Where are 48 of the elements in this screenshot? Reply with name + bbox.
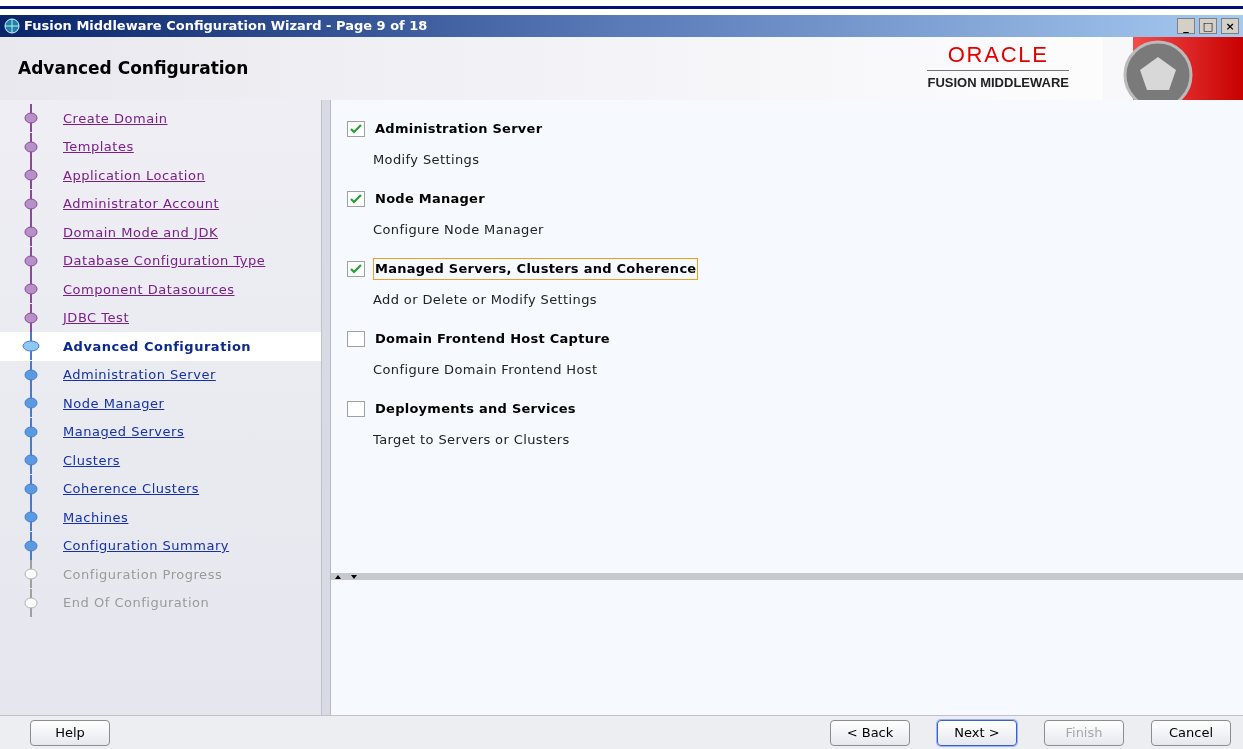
step-item[interactable]: Coherence Clusters [0,474,321,503]
page-title: Advanced Configuration [18,56,250,80]
check-icon [350,123,362,134]
step-item[interactable]: Application Location [0,161,321,190]
checkbox[interactable] [347,330,365,347]
option-label[interactable]: Domain Frontend Host Capture [373,328,612,350]
step-item[interactable]: Database Configuration Type [0,246,321,275]
oracle-logo: ORACLE FUSION MIDDLEWARE [927,44,1069,93]
step-item[interactable]: Advanced Configuration [0,332,321,361]
step-item[interactable]: Machines [0,503,321,532]
wizard-button[interactable]: Cancel [1151,719,1231,746]
wizard-button[interactable]: Next > [937,719,1017,746]
option-label[interactable]: Node Manager [373,188,487,210]
check-icon [350,263,362,274]
step-item[interactable]: Clusters [0,446,321,475]
current-step-icon [20,332,42,361]
wizard-button[interactable]: Help [30,719,110,746]
checkbox[interactable] [347,260,365,277]
option-label[interactable]: Deployments and Services [373,398,578,420]
step-item[interactable]: Administration Server [0,360,321,389]
option-description: Add or Delete or Modify Settings [373,290,598,309]
window-title: Fusion Middleware Configuration Wizard - Page 9 of 18 [24,17,429,36]
option-description: Configure Domain Frontend Host [373,360,599,379]
step-item[interactable]: Component Datasources [0,275,321,304]
window-control-button[interactable]: × [1221,18,1239,34]
arrow-down-icon [351,574,357,579]
step-item[interactable]: Managed Servers [0,417,321,446]
window-control-button[interactable]: _ [1177,18,1195,34]
option-label[interactable]: Administration Server [373,118,545,140]
arrow-up-icon [335,574,341,579]
option-description: Configure Node Manager [373,220,545,239]
window-control-button[interactable]: □ [1199,18,1217,34]
step-item[interactable]: Node Manager [0,389,321,418]
option-description: Modify Settings [373,150,481,169]
step-item[interactable]: Domain Mode and JDK [0,218,321,247]
checkbox[interactable] [347,190,365,207]
checkbox[interactable] [347,120,365,137]
step-item[interactable]: Configuration Summary [0,531,321,560]
step-item[interactable]: JDBC Test [0,303,321,332]
step-item[interactable]: Administrator Account [0,189,321,218]
checkbox[interactable] [347,400,365,417]
step-item[interactable]: Templates [0,132,321,161]
option-label[interactable]: Managed Servers, Clusters and Coherence [373,258,699,280]
globe-icon [4,18,20,34]
option-description: Target to Servers or Clusters [373,430,571,449]
wizard-button[interactable]: < Back [830,719,910,746]
step-item[interactable]: Create Domain [0,104,321,133]
check-icon [350,193,362,204]
